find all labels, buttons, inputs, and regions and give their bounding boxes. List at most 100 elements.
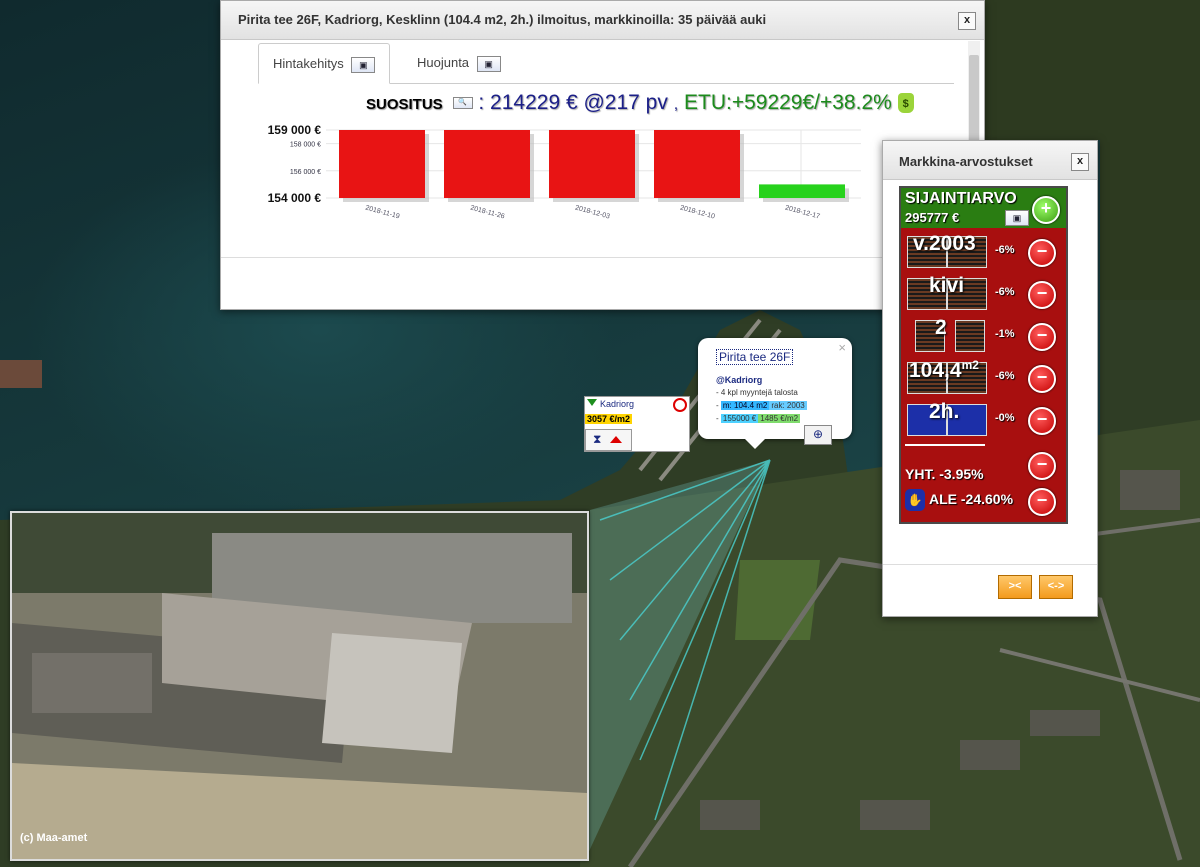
- minus-button[interactable]: −: [1028, 239, 1056, 267]
- recommendation-value: : 214229 € @217 pv: [478, 91, 668, 114]
- listing-price-per-m2: 1485 €/m2: [758, 414, 801, 423]
- expand-button[interactable]: <->: [1039, 575, 1073, 599]
- discount-row: ✋ ALE -24.60% −: [905, 486, 1062, 516]
- x-tick-label: 2018-12-10: [679, 205, 716, 221]
- listing-price-row: - 155000 €1485 €/m2: [716, 414, 801, 423]
- minus-button[interactable]: −: [1028, 323, 1056, 351]
- area-marker[interactable]: Kadriorg 3057 €/m2 ⧗: [584, 396, 690, 452]
- zoom-in-icon[interactable]: ⊕: [804, 425, 832, 445]
- factor-row-floor: 2 -1% −: [905, 316, 1062, 356]
- listing-info-popup[interactable]: Pirita tee 26F × @Kadriorg - 4 kpl myynt…: [698, 338, 852, 449]
- minus-button[interactable]: −: [1028, 488, 1056, 516]
- listing-title[interactable]: Pirita tee 26F: [716, 349, 794, 365]
- bar: [759, 184, 845, 198]
- bar: [339, 130, 425, 198]
- listing-area: @Kadriorg: [716, 375, 763, 385]
- minus-button[interactable]: −: [1028, 407, 1056, 435]
- total-text: YHT. -3.95%: [905, 466, 984, 482]
- recommendation-separator: ,: [673, 96, 679, 113]
- recommendation-line: SUOSITUS 🔍 : 214229 € @217 pv , ETU:+592…: [366, 91, 914, 115]
- factor-year: v.2003: [913, 232, 976, 255]
- hand-icon: ✋: [905, 489, 925, 511]
- price-window-title: Pirita tee 26F, Kadriorg, Kesklinn (104.…: [238, 12, 767, 27]
- close-button[interactable]: x: [958, 12, 976, 30]
- close-button[interactable]: x: [1071, 153, 1089, 171]
- y-tick-label: 159 000 €: [268, 123, 322, 137]
- bar: [654, 130, 740, 198]
- minus-button[interactable]: −: [1028, 281, 1056, 309]
- factor-floor-pct: -1%: [995, 328, 1015, 340]
- factor-material-pct: -6%: [995, 286, 1015, 298]
- x-tick-label: 2018-11-26: [469, 205, 505, 221]
- add-button[interactable]: +: [1032, 196, 1060, 224]
- clock-icon[interactable]: [673, 398, 687, 412]
- listing-details: - m: 104.4 m2 rak: 2003: [716, 401, 807, 410]
- market-panel-titlebar[interactable]: Markkina-arvostukset x: [883, 141, 1097, 180]
- money-bag-icon: $: [897, 93, 914, 114]
- discount-text: ALE -24.60%: [929, 491, 1014, 507]
- divider: [905, 444, 985, 446]
- marker-controls[interactable]: ⧗: [585, 429, 632, 451]
- recommendation-etu: ETU:+59229€/+38.2%: [683, 91, 892, 114]
- area-marker-price: 3057 €/m2: [585, 414, 633, 424]
- listing-sales-count: - 4 kpl myyntejä talosta: [716, 388, 798, 397]
- valuation-box: SIJAINTIARVO 295777 € ▣ + v.2003 -6% − k…: [899, 186, 1068, 524]
- close-icon[interactable]: ×: [838, 340, 846, 355]
- location-value-label: SIJAINTIARVO: [905, 190, 1017, 207]
- magnifier-icon[interactable]: 🔍: [452, 97, 473, 110]
- divider: [883, 564, 1097, 565]
- x-tick-label: 2018-11-19: [364, 205, 400, 221]
- factor-rooms-pct: -0%: [995, 412, 1015, 424]
- factor-year-pct: -6%: [995, 244, 1015, 256]
- aerial-building-illustration: [12, 513, 587, 859]
- total-row: YHT. -3.95% −: [905, 452, 1062, 482]
- trend-up-icon[interactable]: [610, 436, 622, 443]
- aerial-photo: [10, 511, 589, 861]
- recommendation-label: SUOSITUS: [366, 96, 443, 113]
- location-value-amount: 295777 €: [905, 210, 960, 225]
- chart-axis: 159 000 € 154 000 € 158 000 € 156 000 €: [268, 123, 322, 205]
- factor-row-rooms: 2h. -0% −: [905, 400, 1062, 440]
- x-tick-label: 2018-12-03: [574, 205, 611, 221]
- y-tick-label: 154 000 €: [268, 191, 322, 205]
- market-valuation-panel: Markkina-arvostukset x SIJAINTIARVO 2957…: [882, 140, 1098, 617]
- factor-row-year: v.2003 -6% −: [905, 232, 1062, 272]
- factor-area-pct: -6%: [995, 370, 1015, 382]
- y-tick-label: 156 000 €: [290, 169, 321, 176]
- factor-material: kivi: [929, 274, 965, 297]
- chart-bars: [339, 130, 849, 202]
- tab-hintakehitys[interactable]: Hintakehitys ▣: [258, 43, 391, 84]
- minus-button[interactable]: −: [1028, 452, 1056, 480]
- export-icon[interactable]: ▣: [1005, 210, 1029, 226]
- listing-size: m: 104.4 m2: [720, 401, 770, 410]
- y-tick-label: 158 000 €: [290, 142, 321, 149]
- divider: [221, 257, 984, 258]
- tab-bar: Hintakehitys ▣ Huojunta ▣: [258, 43, 954, 84]
- x-tick-label: 2018-12-17: [784, 205, 821, 221]
- chart-x-labels: 2018-11-19 2018-11-26 2018-12-03 2018-12-10…: [364, 205, 820, 221]
- factor-row-area: 104,4m2 -6% −: [905, 358, 1062, 398]
- tab-huojunta[interactable]: Huojunta ▣: [403, 43, 515, 82]
- stairs-icon: [955, 320, 985, 352]
- minus-button[interactable]: −: [1028, 365, 1056, 393]
- listing-price: 155000 €: [720, 414, 759, 423]
- price-window-titlebar[interactable]: Pirita tee 26F, Kadriorg, Kesklinn (104.…: [221, 1, 984, 40]
- factor-row-material: kivi -6% −: [905, 274, 1062, 314]
- export-icon[interactable]: ▣: [351, 56, 376, 73]
- tab-huojunta-label: Huojunta: [417, 55, 470, 70]
- trend-down-icon: [587, 399, 597, 406]
- collapse-button[interactable]: ><: [998, 575, 1032, 599]
- price-history-window: Pirita tee 26F, Kadriorg, Kesklinn (104.…: [220, 0, 985, 310]
- map-credit: (c) Maa-amet: [20, 832, 88, 844]
- factor-area-value: 104,4: [909, 359, 962, 382]
- market-panel-title: Markkina-arvostukset: [899, 154, 1033, 169]
- price-bar-chart: 159 000 € 154 000 € 158 000 € 156 000 € 201…: [268, 123, 861, 221]
- factor-area: 104,4m2: [909, 358, 979, 383]
- factor-rooms: 2h.: [929, 400, 960, 423]
- hourglass-icon[interactable]: ⧗: [593, 432, 601, 447]
- location-value-header: SIJAINTIARVO 295777 € ▣ +: [901, 188, 1066, 228]
- listing-year: rak: 2003: [769, 401, 807, 410]
- tab-hintakehitys-label: Hintakehitys: [273, 56, 344, 71]
- export-icon[interactable]: ▣: [476, 55, 501, 72]
- factor-floor: 2: [935, 316, 947, 339]
